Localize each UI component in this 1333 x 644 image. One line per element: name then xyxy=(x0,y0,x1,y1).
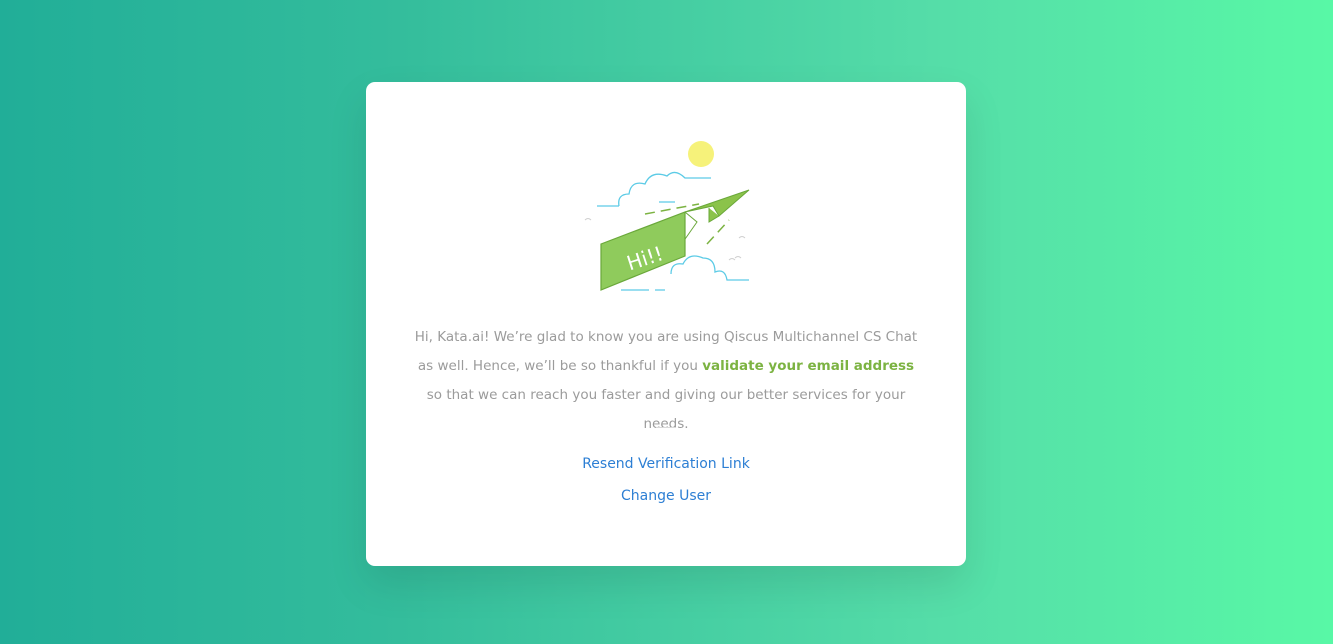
verification-card: Hi!! Hi, Kata.ai! We’re glad to know you… xyxy=(366,82,966,566)
divider xyxy=(656,427,676,428)
cloud-icon xyxy=(670,255,749,281)
paper-plane-icon xyxy=(684,189,750,217)
validate-email-highlight: validate your email address xyxy=(702,358,915,374)
sun-icon xyxy=(688,141,714,167)
message-text-end: so that we can reach you faster and givi… xyxy=(426,387,906,432)
verification-message: Hi, Kata.ai! We’re glad to know you are … xyxy=(414,323,918,439)
cloud-icon xyxy=(618,171,711,207)
paper-plane-hi-illustration: Hi!! xyxy=(584,141,750,291)
resend-verification-link[interactable]: Resend Verification Link xyxy=(366,456,966,472)
change-user-link[interactable]: Change User xyxy=(366,488,966,504)
